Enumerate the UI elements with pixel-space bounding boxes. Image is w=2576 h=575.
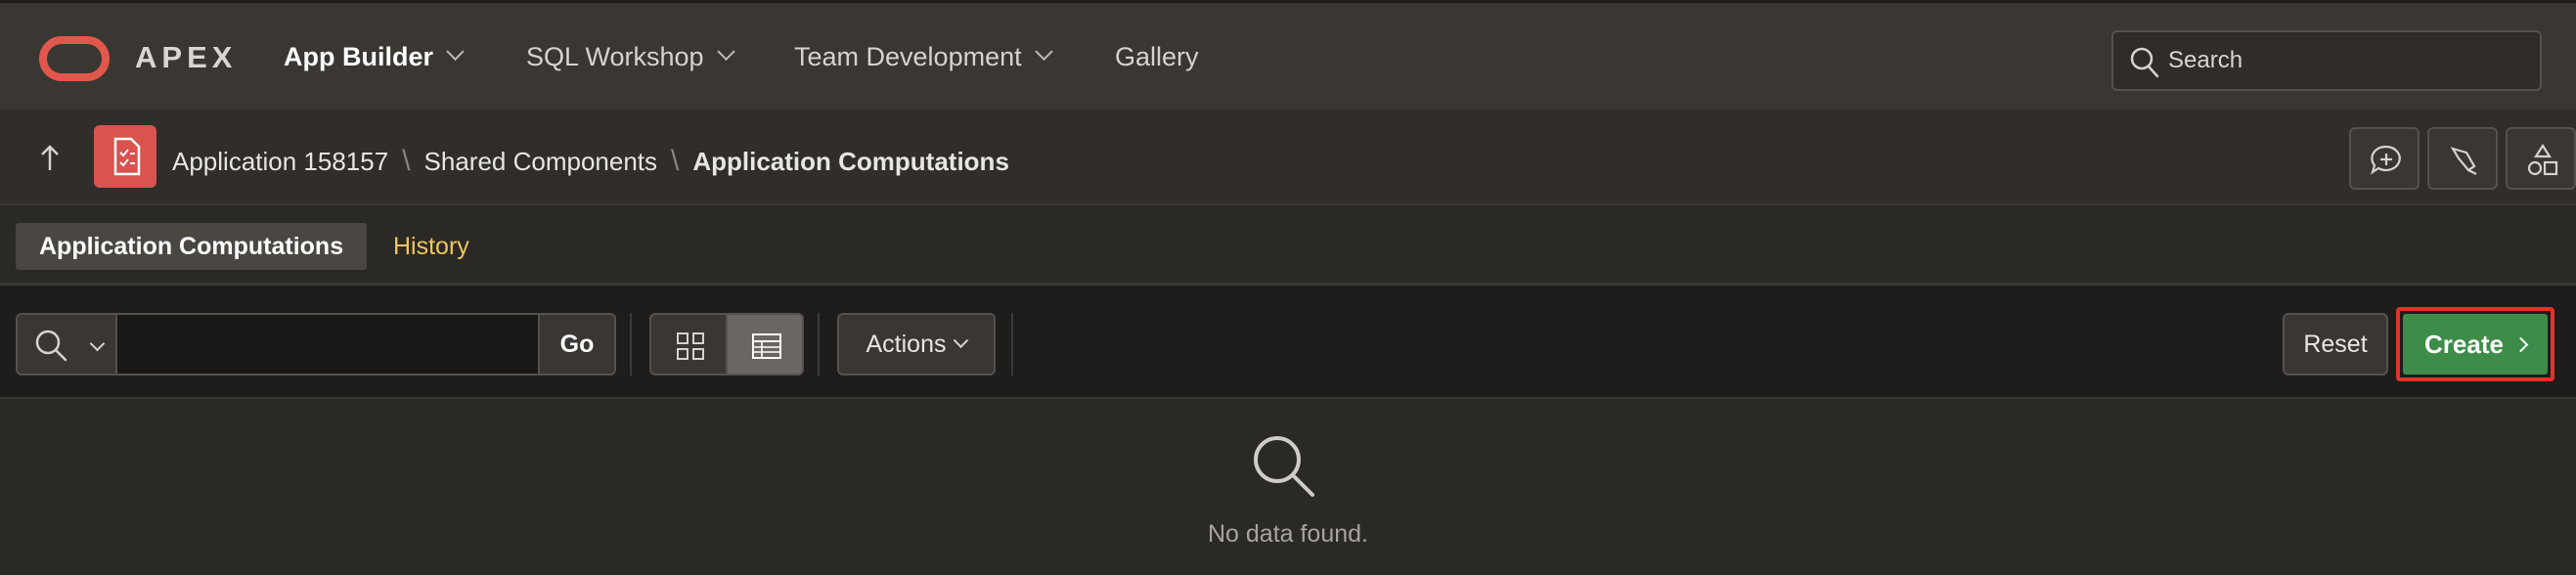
- page-tabs: Application Computations History: [0, 205, 2576, 286]
- report-search-input[interactable]: [117, 313, 538, 376]
- breadcrumb-bar: Application 158157 \ Shared Components \…: [0, 110, 2576, 205]
- search-icon: [2130, 47, 2159, 78]
- highlighter-icon: [2450, 147, 2477, 175]
- breadcrumb: Application 158157 \ Shared Components \…: [172, 145, 1009, 178]
- add-comment-button[interactable]: [2349, 127, 2420, 190]
- application-icon[interactable]: [94, 125, 156, 188]
- breadcrumb-separator: \: [402, 145, 411, 177]
- chevron-down-icon: [954, 332, 969, 348]
- chevron-down-icon: [716, 42, 735, 62]
- nav-app-builder[interactable]: App Builder: [284, 42, 465, 72]
- highlighter-button[interactable]: [2427, 127, 2498, 190]
- top-navigation-bar: APEX App Builder SQL Workshop Team Devel…: [0, 0, 2576, 110]
- arrow-up-icon[interactable]: [35, 139, 65, 178]
- tab-application-computations[interactable]: Application Computations: [16, 223, 368, 270]
- chevron-down-icon: [89, 335, 106, 352]
- nav-item-label: Team Development: [794, 42, 1022, 71]
- nav-team-development[interactable]: Team Development: [794, 42, 1053, 72]
- nav-sql-workshop[interactable]: SQL Workshop: [526, 42, 735, 72]
- actions-label: Actions: [866, 330, 947, 358]
- search-icon: [1254, 436, 1314, 497]
- icon-view-button[interactable]: [649, 313, 728, 376]
- empty-state: No data found.: [0, 399, 2576, 575]
- shared-components-button[interactable]: [2506, 127, 2576, 190]
- table-icon: [752, 333, 781, 359]
- nav-item-label: Gallery: [1115, 42, 1199, 71]
- add-comment-icon: [2371, 145, 2401, 175]
- report-search-group: Go: [16, 313, 616, 376]
- create-button[interactable]: Create: [2403, 314, 2548, 375]
- nav-item-label: SQL Workshop: [526, 42, 704, 71]
- no-data-message: No data found.: [1207, 520, 1368, 548]
- search-input[interactable]: [2168, 44, 2520, 77]
- toolbar-divider: [630, 313, 632, 376]
- actions-menu-button[interactable]: Actions: [837, 313, 996, 376]
- grid-icon: [677, 332, 704, 360]
- nav-item-label: App Builder: [284, 42, 433, 71]
- chevron-right-icon: [2512, 336, 2529, 352]
- breadcrumb-application[interactable]: Application 158157: [172, 147, 388, 177]
- apex-brand[interactable]: APEX: [135, 40, 237, 75]
- nav-gallery[interactable]: Gallery: [1115, 42, 1199, 72]
- global-search[interactable]: [2111, 30, 2542, 91]
- chevron-down-icon: [446, 42, 465, 62]
- tab-history[interactable]: History: [370, 223, 493, 270]
- report-toolbar: Go Actions Reset Create: [0, 286, 2576, 399]
- go-button[interactable]: Go: [538, 313, 616, 376]
- reset-button[interactable]: Reset: [2283, 313, 2388, 376]
- oracle-logo-icon[interactable]: [39, 36, 110, 81]
- chevron-down-icon: [1034, 42, 1053, 62]
- breadcrumb-separator: \: [671, 145, 680, 177]
- document-checklist-icon: [113, 137, 141, 176]
- search-column-dropdown[interactable]: [16, 313, 117, 376]
- page-title: Application Computations: [692, 146, 1009, 176]
- breadcrumb-shared-components[interactable]: Shared Components: [424, 147, 657, 177]
- toolbar-divider: [1011, 313, 1013, 376]
- toolbar-divider: [818, 313, 820, 376]
- shapes-icon: [2527, 143, 2558, 176]
- create-label: Create: [2424, 329, 2504, 359]
- search-icon: [35, 330, 67, 362]
- report-view-button[interactable]: [726, 313, 804, 376]
- create-button-highlight: Create: [2396, 307, 2554, 381]
